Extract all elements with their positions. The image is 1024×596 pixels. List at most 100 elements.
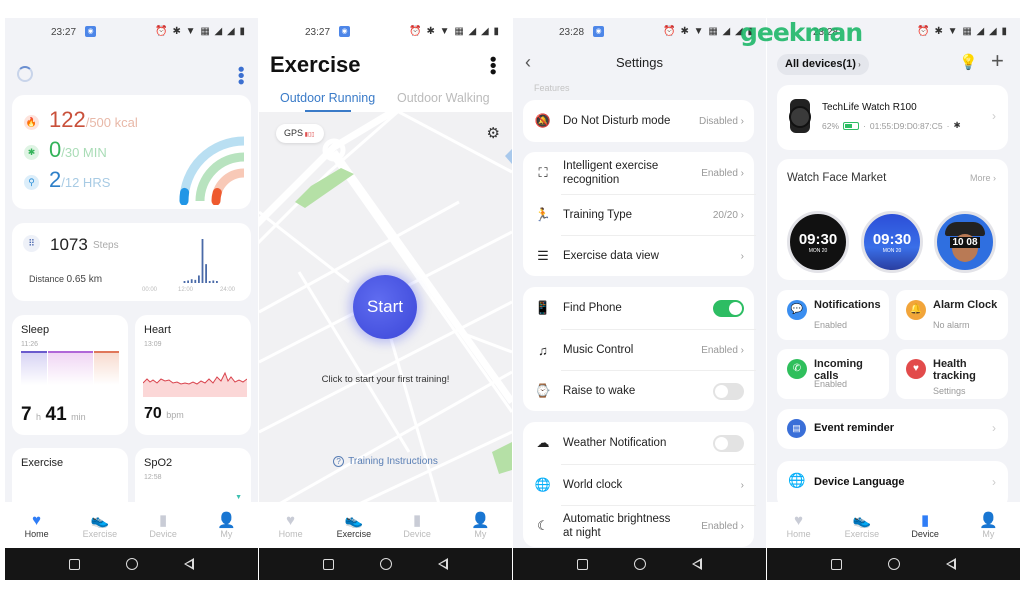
nav-label: Exercise [336,528,372,539]
tile-alarm-clock[interactable]: 🔔 Alarm Clock No alarm [896,290,1008,340]
row-raise-to-wake[interactable]: ⌚ Raise to wake [523,371,754,411]
steps-bar [208,281,211,283]
sleep-minutes-unit: min [71,412,86,422]
row-value: Disabled › [698,115,744,127]
system-nav-bar [513,548,766,580]
globe-icon: 🌐 [788,472,806,488]
stand-value: 2 [49,167,62,192]
tab-outdoor-running[interactable]: Outdoor Running [280,91,375,105]
activity-card[interactable]: 🔥 122 /500 kcal ✱ 0 /30 MIN ⚲ 2 /12 HRS [12,95,251,209]
gps-indicator: GPS ▮▯▯ [276,124,324,143]
row-find-phone[interactable]: 📱 Find Phone [523,287,754,329]
steps-bar [190,279,193,283]
back-button[interactable] [184,558,194,570]
watch-face-option[interactable]: 09:30 MON 20 [861,211,923,273]
nav-home[interactable]: ♥ Home [5,502,68,548]
tile-notifications[interactable]: 💬 Notifications Enabled [777,290,889,340]
sleep-duration: 7 h 41 min [21,404,86,426]
nav-my[interactable]: 👤 My [957,502,1020,548]
row-music-control[interactable]: ♫ Music Control Enabled › [523,330,754,370]
add-device-icon[interactable]: + [991,48,1004,74]
nav-home[interactable]: ♥ Home [259,502,322,548]
more-link[interactable]: More › [970,173,996,183]
system-nav-bar [5,548,258,580]
row-do-not-disturb[interactable]: 🔕 Do Not Disturb mode Disabled › [523,100,754,142]
watch-face-option[interactable]: 09:30 MON 20 [787,211,849,273]
weather-toggle[interactable] [713,434,744,452]
nav-my[interactable]: 👤 My [449,502,512,548]
watch-icon: ⌚ [534,383,552,398]
row-training-type[interactable]: 🏃 Training Type 20/20 › [523,195,754,235]
sleep-card[interactable]: Sleep 11:26 7 h 41 min [12,315,128,435]
tile-health-tracking[interactable]: ♥ Health tracking Settings [896,349,1008,399]
more-menu-icon[interactable]: ••• [483,56,503,75]
map-view[interactable]: GPS ▮▯▯ ⚙ Start Click to start your firs… [259,112,512,504]
home-button[interactable] [126,558,138,570]
home-button[interactable] [888,558,900,570]
back-button[interactable] [692,558,702,570]
recents-button[interactable] [323,558,334,570]
steps-bar [183,281,186,283]
row-label: Do Not Disturb mode [563,115,671,127]
mac-address: 01:55:D9:D0:87:C5 [869,120,943,131]
face-date: MON 20 [808,247,828,254]
nav-device[interactable]: ▮ Device [894,502,957,548]
watch-icon: ▮ [412,511,422,529]
row-auto-brightness[interactable]: ☾ Automatic brightness at night Enabled … [523,506,754,546]
steps-card[interactable]: ⠿ 1073 Steps Distance 0.65 km 00:00 12:0… [12,223,251,301]
raise-to-wake-toggle[interactable] [713,382,744,400]
runner-icon: 🏃 [534,207,552,222]
row-weather-notification[interactable]: ☁ Weather Notification [523,422,754,464]
recents-button[interactable] [577,558,588,570]
nav-exercise[interactable]: 👟 Exercise [322,502,385,548]
heart-pulse-icon: ♥ [906,359,926,379]
nav-exercise[interactable]: 👟 Exercise [830,502,893,548]
watch-thumbnail [789,99,811,133]
status-time: 23:28 [559,27,585,38]
nav-exercise[interactable]: 👟 Exercise [68,502,131,548]
footsteps-icon: ⠿ [23,235,40,252]
more-menu-icon[interactable]: ••• [231,66,251,85]
face-time: 09:30 [872,230,912,248]
home-button[interactable] [634,558,646,570]
status-bar: 23:27 ◉ ⏰ ✱ ▼ ▦ ◢ ◢ ▮ [259,18,512,48]
device-card[interactable]: TechLife Watch R100 62% · 01:55:D9:D0:87… [777,85,1008,150]
tab-outdoor-walking[interactable]: Outdoor Walking [397,91,490,105]
steps-value: 1073 [50,235,88,254]
status-bar: 23:27 ◉ ⏰ ✱ ▼ ▦ ◢ ◢ ▮ [5,18,258,48]
recents-button[interactable] [831,558,842,570]
steps-bar [212,280,215,283]
find-phone-toggle[interactable] [713,299,744,317]
toggle-knob [715,436,728,450]
event-reminder-row[interactable]: ▤ Event reminder › [777,409,1008,449]
spo2-label: SpO2 [144,457,173,469]
back-button[interactable] [438,558,448,570]
back-button[interactable] [946,558,956,570]
distance-value: 0.65 km [66,274,103,285]
nav-home[interactable]: ♥ Home [767,502,830,548]
row-exercise-data-view[interactable]: ☰ Exercise data view › [523,236,754,276]
recents-button[interactable] [69,558,80,570]
settings-gear-icon[interactable]: ⚙ [487,124,500,142]
tile-incoming-calls[interactable]: ✆ Incoming calls Enabled [777,349,889,399]
lightbulb-icon[interactable]: 💡 [959,53,978,71]
training-instructions-link[interactable]: ? Training Instructions [259,456,512,467]
person-icon: 👤 [217,511,236,529]
water-area [505,149,512,164]
gps-signal-icon: ▮▯▯ [303,132,315,138]
all-devices-selector[interactable]: All devices(1) › [777,54,869,75]
row-world-clock[interactable]: 🌐 World clock › [523,465,754,505]
value-text: Disabled [698,115,738,127]
shoe-icon: 👟 [344,511,364,529]
nav-device[interactable]: ▮ Device [386,502,449,548]
nav-label: My [220,528,233,539]
watch-face-option[interactable]: 10 08 [934,211,996,273]
spo2-marker-icon: ▼ [235,494,242,501]
nav-device[interactable]: ▮ Device [132,502,195,548]
home-button[interactable] [380,558,392,570]
row-intelligent-exercise[interactable]: ⛶ Intelligent exercise recognition Enabl… [523,152,754,194]
start-button[interactable]: Start [353,275,417,339]
row-value: Enabled › [701,167,744,179]
heart-card[interactable]: Heart 13:09 70 bpm [135,315,251,435]
nav-my[interactable]: 👤 My [195,502,258,548]
